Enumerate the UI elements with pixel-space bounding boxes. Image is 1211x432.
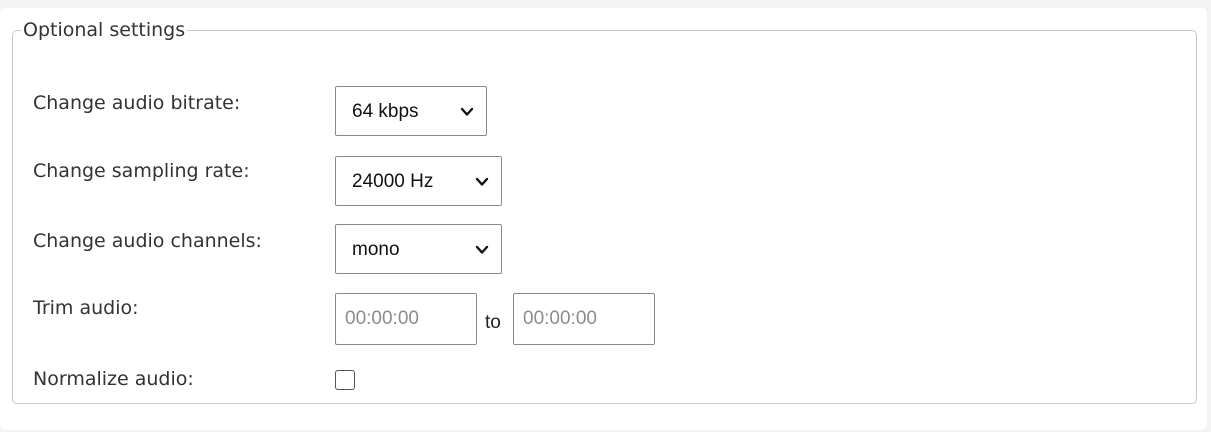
chevron-down-icon — [475, 245, 489, 254]
sampling-rate-label: Change sampling rate: — [33, 160, 250, 182]
normalize-audio-checkbox[interactable] — [335, 370, 355, 390]
optional-settings-legend: Optional settings — [23, 19, 186, 41]
audio-channels-label: Change audio channels: — [33, 230, 262, 252]
normalize-audio-label: Normalize audio: — [33, 368, 194, 390]
audio-bitrate-value: 64 kbps — [352, 101, 419, 122]
chevron-down-icon — [475, 177, 489, 186]
sampling-rate-select[interactable]: 24000 Hz — [335, 156, 502, 206]
audio-bitrate-label: Change audio bitrate: — [33, 92, 241, 114]
audio-channels-value: mono — [352, 239, 400, 260]
chevron-down-icon — [460, 107, 474, 116]
trim-separator-label: to — [485, 312, 501, 333]
trim-audio-label: Trim audio: — [33, 297, 139, 319]
sampling-rate-value: 24000 Hz — [352, 171, 434, 192]
optional-settings-fieldset: Optional settings — [12, 20, 1197, 404]
trim-start-input[interactable] — [335, 293, 477, 345]
trim-end-input[interactable] — [513, 293, 655, 345]
audio-channels-select[interactable]: mono — [335, 224, 502, 274]
audio-bitrate-select[interactable]: 64 kbps — [335, 86, 487, 136]
